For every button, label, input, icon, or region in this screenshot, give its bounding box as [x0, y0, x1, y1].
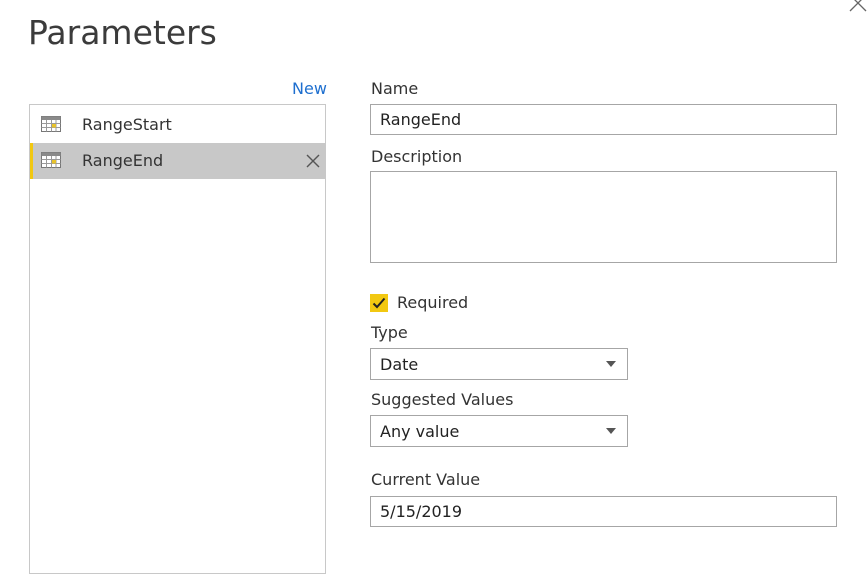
table-icon	[41, 116, 61, 132]
description-label: Description	[371, 147, 463, 166]
chevron-down-icon	[606, 361, 616, 367]
parameter-item-label: RangeStart	[82, 115, 172, 134]
required-label: Required	[397, 293, 469, 312]
required-checkbox[interactable]	[370, 294, 388, 312]
new-parameter-link[interactable]: New	[292, 79, 327, 98]
parameter-item-rangeend[interactable]: RangeEnd	[30, 143, 326, 179]
description-input[interactable]	[370, 171, 837, 263]
type-select-value: Date	[380, 355, 419, 374]
checkmark-icon	[372, 297, 386, 309]
type-select[interactable]: Date	[370, 348, 628, 380]
close-icon[interactable]	[847, 0, 867, 14]
current-value-label: Current Value	[371, 470, 481, 489]
type-label: Type	[371, 323, 408, 342]
dialog-title: Parameters	[28, 13, 217, 52]
chevron-down-icon	[606, 428, 616, 434]
suggested-values-label: Suggested Values	[371, 390, 514, 409]
name-label: Name	[371, 79, 419, 98]
parameter-item-label: RangeEnd	[82, 151, 164, 170]
parameter-list: RangeStart RangeEnd	[29, 104, 326, 574]
parameter-item-rangestart[interactable]: RangeStart	[30, 107, 326, 143]
delete-icon[interactable]	[304, 152, 322, 170]
suggested-values-select-value: Any value	[380, 422, 460, 441]
table-icon	[41, 152, 61, 168]
current-value-input[interactable]	[370, 496, 837, 527]
name-input[interactable]	[370, 104, 837, 135]
suggested-values-select[interactable]: Any value	[370, 415, 628, 447]
